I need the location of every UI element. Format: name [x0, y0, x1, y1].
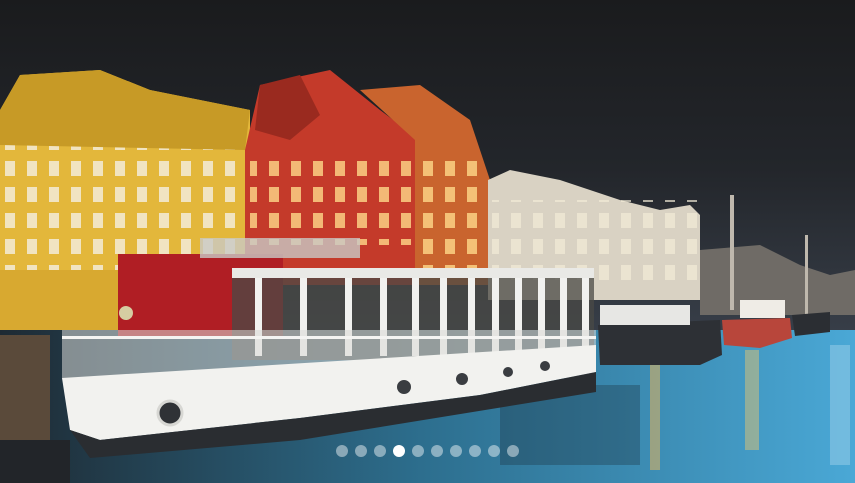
slider-dot-2[interactable] — [355, 445, 367, 457]
quay-wall — [0, 335, 50, 445]
slider-dot-6[interactable] — [431, 445, 443, 457]
slider-dot-9[interactable] — [488, 445, 500, 457]
slider-dot-4[interactable] — [393, 445, 405, 457]
slider-dot-10[interactable] — [507, 445, 519, 457]
slider-dot-1[interactable] — [336, 445, 348, 457]
boat-dark — [598, 320, 722, 365]
slider-dot-7[interactable] — [450, 445, 462, 457]
slider-dot-8[interactable] — [469, 445, 481, 457]
slider-dot-3[interactable] — [374, 445, 386, 457]
slider-pagination — [0, 445, 855, 457]
slide-image-harbor — [0, 0, 855, 483]
slider-dot-5[interactable] — [412, 445, 424, 457]
image-slider[interactable] — [0, 0, 855, 483]
